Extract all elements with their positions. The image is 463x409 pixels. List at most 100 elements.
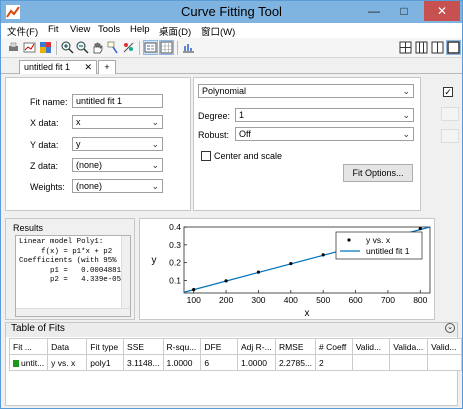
- menu-fit[interactable]: Fit: [48, 24, 59, 35]
- fits-table: Fit ... Data Fit type SSE R-squ... DFE A…: [8, 338, 462, 371]
- x-data-select[interactable]: x ⌄: [72, 115, 163, 129]
- curve-fitting-window: Curve Fitting Tool — □ ✕ 文件(F) Fit View …: [0, 0, 463, 409]
- z-data-label: Z data:: [30, 161, 59, 171]
- data-point: [224, 279, 228, 283]
- residuals-plot-icon[interactable]: [182, 41, 195, 54]
- plot-panel: 100 200 300 400 500 600 700 800 0.1 0.2 0.3 0.4 x y y …: [139, 218, 435, 320]
- column-header[interactable]: DFE: [200, 338, 238, 355]
- title-bar: Curve Fitting Tool — □ ✕: [1, 1, 462, 23]
- data-icon[interactable]: [23, 41, 36, 54]
- column-header[interactable]: SSE: [123, 338, 164, 355]
- column-header[interactable]: RMSE: [274, 338, 317, 355]
- table-cell: [427, 354, 462, 371]
- menu-desktop[interactable]: 桌面(D): [159, 24, 191, 38]
- layout-split-icon[interactable]: [431, 41, 444, 54]
- table-cell: 1.0000: [162, 354, 202, 371]
- table-cell: y vs. x: [47, 354, 88, 371]
- x-tick-label: 600: [348, 295, 362, 305]
- column-header[interactable]: Data: [47, 338, 88, 355]
- robust-select[interactable]: Off ⌄: [235, 127, 414, 141]
- y-tick-label: 0.3: [169, 240, 181, 250]
- y-data-select[interactable]: y ⌄: [72, 137, 163, 151]
- data-point: [256, 270, 261, 274]
- column-header[interactable]: Valid...: [351, 338, 391, 355]
- surface-plot-icon[interactable]: [39, 41, 52, 54]
- layout-single-icon[interactable]: [446, 40, 461, 55]
- degree-select[interactable]: 1 ⌄: [235, 108, 414, 122]
- fit-type-select[interactable]: Polynomial ⌄: [198, 84, 414, 98]
- legend-icon[interactable]: [143, 40, 158, 55]
- layout-columns-icon[interactable]: [415, 41, 428, 54]
- table-row[interactable]: untit... y vs. x poly1 3.1148... 1.0000 …: [8, 354, 462, 371]
- grid-icon[interactable]: [159, 40, 174, 55]
- y-axis-label: y: [152, 255, 157, 266]
- robust-label: Robust:: [198, 130, 230, 140]
- center-and-scale-label: Center and scale: [214, 151, 283, 161]
- column-header[interactable]: Fit ...: [8, 338, 49, 355]
- results-line: p2 = 4.339e-05: [19, 276, 122, 285]
- data-point: [192, 288, 196, 292]
- weights-label: Weights:: [30, 182, 65, 192]
- column-header[interactable]: Valid...: [427, 338, 462, 355]
- chevron-down-icon: ⌄: [151, 117, 159, 127]
- zoom-out-icon[interactable]: [76, 41, 89, 54]
- close-button[interactable]: ✕: [424, 1, 460, 21]
- pan-icon[interactable]: [91, 41, 104, 54]
- results-horizontal-scrollbar[interactable]: [16, 308, 130, 316]
- tab-untitled-fit-1[interactable]: untitled fit 1 ✕: [19, 60, 97, 74]
- legend-marker-points: [347, 238, 351, 242]
- x-data-label: X data:: [30, 118, 59, 128]
- x-tick-label: 300: [251, 295, 265, 305]
- print-icon[interactable]: [7, 41, 20, 54]
- chevron-down-icon: ⌄: [402, 129, 410, 139]
- results-line: p1 = 0.0004881: [19, 266, 122, 275]
- menu-view[interactable]: View: [70, 24, 90, 35]
- data-cursor-icon[interactable]: [107, 41, 120, 54]
- table-of-fits-title: Table of Fits: [11, 323, 65, 334]
- auto-fit-checkbox[interactable]: ✓: [443, 87, 453, 97]
- table-of-fits-header: [6, 323, 457, 337]
- fit-name-input[interactable]: untitled fit 1: [72, 94, 163, 108]
- legend-label: y vs. x: [366, 235, 391, 245]
- column-header[interactable]: Adj R-...: [236, 338, 276, 355]
- stop-button[interactable]: [441, 129, 459, 143]
- layout-grid-icon[interactable]: [399, 41, 412, 54]
- collapse-icon[interactable]: ⌄: [445, 323, 455, 333]
- zoom-in-icon[interactable]: [61, 41, 74, 54]
- fit-plot[interactable]: 100 200 300 400 500 600 700 800 0.1 0.2 0.3 0.4 x y y …: [140, 219, 436, 321]
- y-tick-label: 0.1: [169, 276, 181, 286]
- table-cell: 3.1148...: [123, 354, 164, 371]
- chevron-down-icon: ⌄: [402, 86, 410, 96]
- z-data-select[interactable]: (none) ⌄: [72, 158, 163, 172]
- toolbar-separator: [56, 41, 57, 55]
- results-vertical-scrollbar[interactable]: [121, 236, 130, 316]
- fit-options-button[interactable]: Fit Options...: [343, 164, 413, 182]
- data-point: [321, 253, 325, 257]
- maximize-button[interactable]: □: [390, 1, 418, 21]
- column-header[interactable]: Fit type: [86, 338, 125, 355]
- minimize-button[interactable]: —: [360, 1, 388, 21]
- add-tab-button[interactable]: +: [98, 60, 116, 74]
- table-cell: [389, 354, 429, 371]
- tab-close-icon[interactable]: ✕: [84, 61, 92, 73]
- toolbar-separator: [139, 41, 140, 55]
- exclude-outliers-icon[interactable]: [122, 41, 135, 54]
- fit-name-label: Fit name:: [30, 97, 68, 107]
- table-cell: 6: [200, 354, 238, 371]
- weights-select[interactable]: (none) ⌄: [72, 179, 163, 193]
- table-cell: poly1: [86, 354, 125, 371]
- center-and-scale-checkbox[interactable]: [201, 151, 211, 161]
- column-header[interactable]: R-squ...: [162, 338, 202, 355]
- chevron-down-icon: ⌄: [151, 160, 159, 170]
- menu-window[interactable]: 窗口(W): [201, 24, 235, 38]
- column-header[interactable]: Valida...: [389, 338, 429, 355]
- data-point: [418, 227, 422, 231]
- menu-help[interactable]: Help: [130, 24, 150, 35]
- degree-label: Degree:: [198, 111, 231, 121]
- menu-file[interactable]: 文件(F): [7, 24, 38, 38]
- fit-button[interactable]: [441, 107, 459, 121]
- menu-tools[interactable]: Tools: [98, 24, 120, 35]
- column-header[interactable]: # Coeff: [315, 338, 353, 355]
- table-cell: 1.0000: [236, 354, 276, 371]
- results-text-box[interactable]: Linear model Poly1: f(x) = p1*x + p2 Coef…: [15, 235, 131, 317]
